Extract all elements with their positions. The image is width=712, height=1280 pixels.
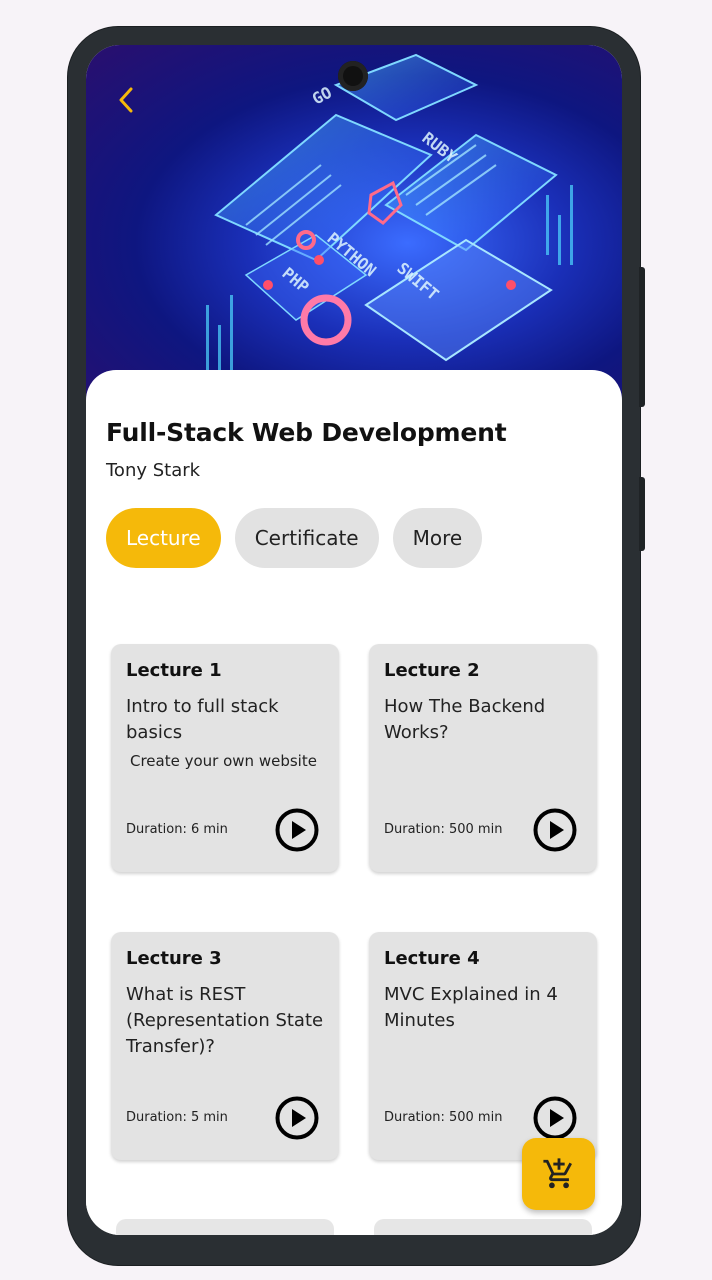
lecture-title: Lecture 4 (384, 948, 480, 969)
course-title: Full-Stack Web Development (106, 418, 507, 447)
play-circle-icon[interactable] (275, 808, 319, 852)
back-button[interactable] (116, 85, 146, 119)
lecture-duration: Duration: 6 min (126, 822, 228, 837)
lecture-title: Lecture 3 (126, 948, 222, 969)
lecture-description: Intro to full stack basics (126, 696, 279, 743)
chevron-left-icon (119, 87, 133, 113)
course-hero-image: GO RUBY PYTHON SWIFT PHP (86, 45, 622, 405)
course-tabs: Lecture Certificate More (106, 508, 483, 568)
play-circle-icon[interactable] (533, 1096, 577, 1140)
add-to-cart-button[interactable] (522, 1138, 595, 1210)
lecture-duration: Duration: 500 min (384, 822, 503, 837)
app-screen: GO RUBY PYTHON SWIFT PHP Full-Stack Web … (86, 45, 622, 1235)
tab-certificate[interactable]: Certificate (234, 508, 379, 568)
volume-button (639, 267, 645, 407)
front-camera (338, 61, 368, 91)
tab-lecture[interactable]: Lecture (106, 508, 221, 568)
lecture-description: How The Backend Works? (384, 696, 546, 743)
hero-word-go: GO (309, 83, 335, 109)
lecture-title: Lecture 1 (126, 660, 222, 681)
lecture-card-3[interactable]: Lecture 3 What is REST (Representation S… (111, 932, 339, 1160)
play-circle-icon[interactable] (275, 1096, 319, 1140)
lecture-card-1[interactable]: Lecture 1 Intro to full stack basics Cre… (111, 644, 339, 872)
add-shopping-cart-icon (542, 1158, 572, 1189)
lecture-subtitle: Create your own website (130, 752, 317, 770)
lecture-duration: Duration: 5 min (126, 1110, 228, 1125)
lecture-card-partial (116, 1219, 334, 1235)
tech-illustration: GO RUBY PYTHON SWIFT PHP (206, 53, 573, 405)
lecture-card-4[interactable]: Lecture 4 MVC Explained in 4 Minutes Dur… (369, 932, 597, 1160)
lecture-description: MVC Explained in 4 Minutes (384, 984, 558, 1031)
play-circle-icon[interactable] (533, 808, 577, 852)
lecture-duration: Duration: 500 min (384, 1110, 503, 1125)
tab-more[interactable]: More (392, 508, 483, 568)
course-author: Tony Stark (106, 460, 201, 481)
lecture-description: What is REST (Representation State Trans… (126, 984, 324, 1057)
lecture-card-2[interactable]: Lecture 2 How The Backend Works? Duratio… (369, 644, 597, 872)
lecture-title: Lecture 2 (384, 660, 480, 681)
lecture-card-partial (374, 1219, 592, 1235)
power-button (639, 477, 645, 551)
